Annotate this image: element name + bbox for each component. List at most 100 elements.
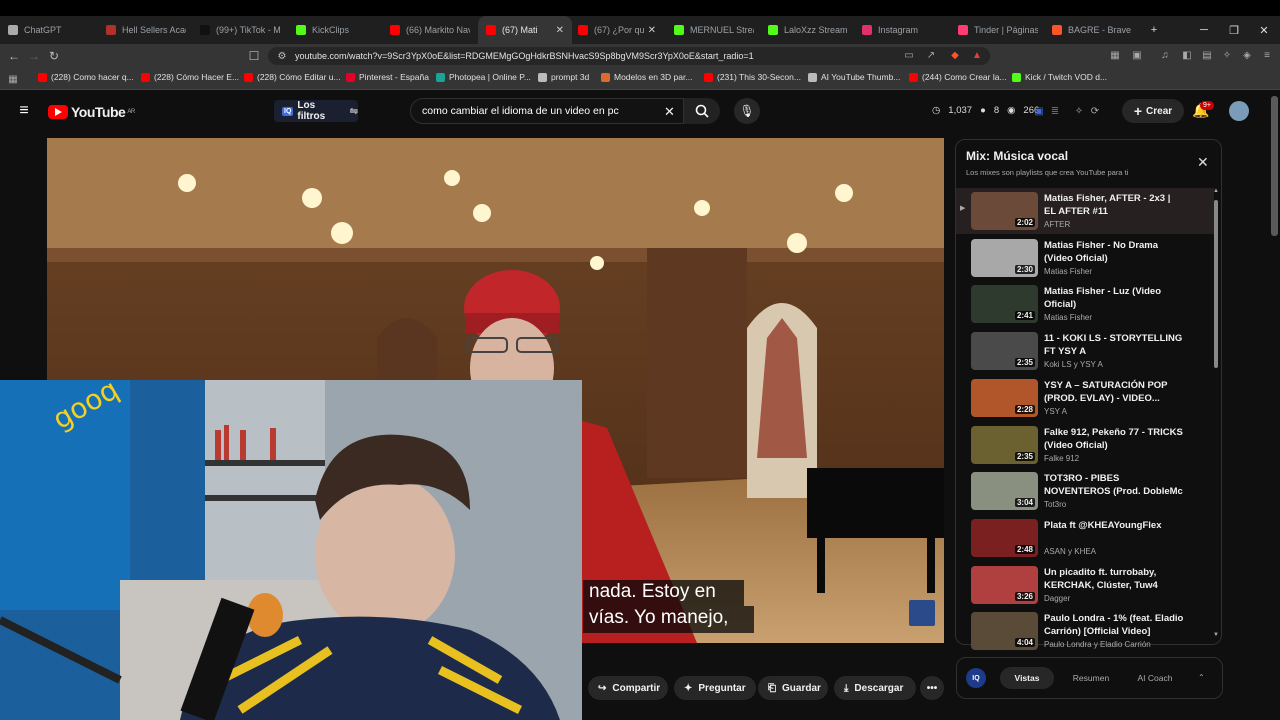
bookmark-item[interactable]: Kick / Twitch VOD d... [1012,72,1107,82]
playlist-item[interactable]: 2:28 YSY A – SATURACIÓN POP (PROD. EVLAY)… [956,375,1214,421]
voice-search-button[interactable]: 🎙 [734,98,760,124]
link-icon[interactable]: ⟳ [1088,104,1102,118]
vpn-icon[interactable]: ◈ [1240,48,1254,62]
bookmark-icon[interactable]: ☐ [246,48,262,64]
video-thumbnail[interactable]: 2:35 [971,425,1038,464]
video-thumbnail[interactable]: 2:41 [971,285,1038,324]
video-thumbnail[interactable]: 2:02 [971,192,1038,230]
close-playlist-icon[interactable]: ✕ [1197,154,1209,171]
tab-10[interactable]: Tinder | Páginas [950,16,1044,44]
bookmark-item[interactable]: (244) Como Crear la... [909,72,1007,82]
create-button[interactable]: + Crear [1122,99,1184,123]
tab-6[interactable]: (67) ¿Por qu ✕ [570,16,664,44]
video-title[interactable]: Matias Fisher - Luz (Video Oficial) [1044,285,1184,311]
bookmark-item[interactable]: (228) Como hacer q... [38,72,134,82]
video-thumbnail[interactable]: 2:28 [971,378,1038,417]
scroll-down-icon[interactable]: ▼ [1213,632,1219,638]
youtube-logo[interactable]: YouTube AR [48,104,135,120]
filters-button[interactable]: IQ Los filtros ⇋ [274,100,358,122]
more-actions-button[interactable]: ••• [920,676,944,700]
video-title[interactable]: Paulo Londra - 1% (feat. Eladio Carrión)… [1044,612,1184,638]
ask-button[interactable]: ✦ Preguntar [674,676,756,700]
video-title[interactable]: 11 - KOKI LS - STORYTELLING FT YSY A [1044,332,1184,358]
hamburger-menu-icon[interactable]: ≡ [14,102,34,120]
apps-icon[interactable]: ▦ [6,72,20,86]
playlist-scroll-thumb[interactable] [1214,200,1218,368]
minimize-icon[interactable]: ─ [1188,16,1220,44]
search-button[interactable] [684,98,720,124]
playlist-item[interactable]: ▶ 2:02 Matias Fisher, AFTER - 2x3 | EL AFT… [956,188,1214,234]
back-icon[interactable]: ← [6,48,22,64]
download-button[interactable]: ⤓ Descargar [834,676,916,700]
bookmark-item[interactable]: (228) Cómo Hacer E... [141,72,239,82]
new-tab-icon[interactable]: + [1138,16,1170,44]
video-title[interactable]: Matias Fisher - No Drama (Video Oficial) [1044,239,1184,265]
video-title[interactable]: Un picadito ft. turrobaby, KERCHAK, Clús… [1044,566,1184,592]
playlist-item[interactable]: 2:30 Matias Fisher - No Drama (Video Ofic… [956,235,1214,281]
maximize-icon[interactable]: ❐ [1218,16,1250,44]
tab-0[interactable]: ChatGPT [0,16,94,44]
tab-ai-coach[interactable]: AI Coach [1128,667,1182,689]
bookmark-item[interactable]: Photopea | Online P... [436,72,531,82]
video-thumbnail[interactable]: 2:35 [971,332,1038,371]
bookmark-item[interactable]: Modelos en 3D par... [601,72,692,82]
tab-7[interactable]: MERNUEL Stream [666,16,760,44]
playlist-item[interactable]: 3:04 TOT3RO - PIBES NOVENTEROS (Prod. Dob… [956,468,1214,514]
extension-icon[interactable]: ▦ [1108,48,1122,62]
scroll-up-icon[interactable]: ▲ [1213,188,1219,194]
tab-1[interactable]: Hell Sellers Acad [98,16,192,44]
save-button[interactable]: ⎗ Guardar [758,676,828,700]
video-title[interactable]: Falke 912, Pekeño 77 - TRICKS (Video Ofi… [1044,426,1184,452]
collapse-icon[interactable]: ⌃ [1198,673,1205,682]
tab-4[interactable]: (66) Markito Nav [382,16,476,44]
ai-icon[interactable]: ✧ [1220,48,1234,62]
close-tab-icon[interactable]: ✕ [556,25,564,36]
video-title[interactable]: TOT3RO - PIBES NOVENTEROS (Prod. DobleMc… [1044,472,1184,498]
tab-11[interactable]: BAGRE - Brave S [1044,16,1138,44]
playlist-item[interactable]: 2:35 Falke 912, Pekeño 77 - TRICKS (Video… [956,422,1214,468]
clear-search-icon[interactable]: ✕ [664,104,675,120]
extension-icon[interactable]: ▣ [1130,48,1144,62]
bookmark-item[interactable]: Pinterest - España [346,72,429,82]
tab-summary[interactable]: Resumen [1064,667,1118,689]
menu-icon[interactable]: ≡ [1260,48,1274,62]
bulb-icon[interactable]: ✧ [1072,104,1086,118]
share-button[interactable]: ↪ Compartir [588,676,668,700]
brave-rewards-icon[interactable]: ▲ [970,48,984,62]
brave-shield-icon[interactable]: ◆ [948,48,962,62]
video-thumbnail[interactable]: 3:26 [971,565,1038,604]
channel-watermark[interactable] [909,600,935,626]
playlist-item[interactable]: 2:41 Matias Fisher - Luz (Video Oficial) M… [956,281,1214,327]
close-tab-icon[interactable]: ✕ [648,25,656,36]
tab-8[interactable]: LaloXzz Stream [760,16,854,44]
bookmark-item[interactable]: (228) Cómo Editar u... [244,72,341,82]
install-icon[interactable]: ▭ [902,48,916,62]
music-icon[interactable]: ♫ [1158,48,1172,62]
bookmark-item[interactable]: prompt 3d [538,72,589,82]
playlist-item[interactable]: 2:48 Plata ft @KHEAYoungFlex ASAN y KHEA [956,515,1214,561]
tab-5[interactable]: (67) Mati ✕ [478,16,572,44]
close-window-icon[interactable]: ✕ [1248,16,1280,44]
playlist-item[interactable]: 4:04 Paulo Londra - 1% (feat. Eladio Carr… [956,608,1214,652]
video-title[interactable]: Matias Fisher, AFTER - 2x3 | EL AFTER #1… [1044,192,1184,218]
extension-icon[interactable]: ▣ [1032,104,1046,118]
sidebar-icon[interactable]: ◧ [1180,48,1194,62]
tab-9[interactable]: Instagram [854,16,948,44]
page-scrollbar[interactable] [1271,96,1278,236]
video-thumbnail[interactable]: 2:30 [971,238,1038,277]
bookmark-item[interactable]: (231) This 30-Secon... [704,72,801,82]
forward-icon[interactable]: → [26,48,42,64]
tab-views[interactable]: Vistas [1000,667,1054,689]
video-title[interactable]: Plata ft @KHEAYoungFlex [1044,519,1184,532]
share-icon[interactable]: ↗ [924,48,938,62]
video-thumbnail[interactable]: 3:04 [971,472,1038,511]
playlist-item[interactable]: 3:26 Un picadito ft. turrobaby, KERCHAK, … [956,562,1214,608]
playlist-item[interactable]: 2:35 11 - KOKI LS - STORYTELLING FT YSY A… [956,328,1214,374]
video-thumbnail[interactable]: 2:48 [971,518,1038,557]
bookmark-item[interactable]: AI YouTube Thumb... [808,72,900,82]
video-thumbnail[interactable]: 4:04 [971,612,1038,651]
reload-icon[interactable]: ↻ [46,48,62,64]
tab-2[interactable]: (99+) TikTok - M [192,16,286,44]
list-icon[interactable]: ≣ [1048,104,1062,118]
video-title[interactable]: YSY A – SATURACIÓN POP (PROD. EVLAY) - V… [1044,379,1184,405]
